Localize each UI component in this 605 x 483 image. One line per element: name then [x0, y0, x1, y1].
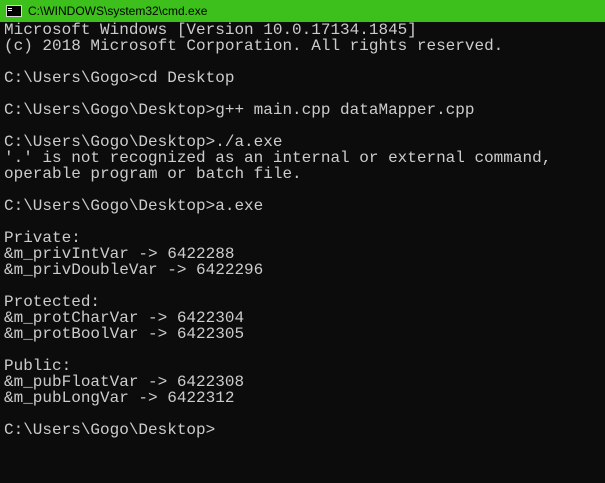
- console-output[interactable]: Microsoft Windows [Version 10.0.17134.18…: [4, 22, 604, 482]
- console-line: Protected:: [4, 293, 101, 311]
- console-line: Microsoft Windows [Version 10.0.17134.18…: [4, 22, 417, 39]
- console-line: &m_protCharVar -> 6422304: [4, 309, 245, 327]
- console-line: &m_privIntVar -> 6422288: [4, 245, 235, 263]
- title-bar[interactable]: C:\WINDOWS\system32\cmd.exe: [0, 0, 605, 22]
- console-line: &m_pubLongVar -> 6422312: [4, 389, 235, 407]
- console-line: Private:: [4, 229, 81, 247]
- console-line: C:\Users\Gogo>cd Desktop: [4, 69, 235, 87]
- console-line: &m_protBoolVar -> 6422305: [4, 325, 245, 343]
- cmd-window: C:\WINDOWS\system32\cmd.exe Microsoft Wi…: [0, 0, 605, 483]
- console-line: Public:: [4, 357, 72, 375]
- console-line: (c) 2018 Microsoft Corporation. All righ…: [4, 37, 504, 55]
- console-line: C:\Users\Gogo\Desktop>a.exe: [4, 197, 264, 215]
- console-line: C:\Users\Gogo\Desktop>: [4, 421, 216, 439]
- console-line: &m_privDoubleVar -> 6422296: [4, 261, 264, 279]
- console-line: C:\Users\Gogo\Desktop>./a.exe: [4, 133, 283, 151]
- console-line: operable program or batch file.: [4, 165, 302, 183]
- console-line: C:\Users\Gogo\Desktop>g++ main.cpp dataM…: [4, 101, 475, 119]
- console-line: '.' is not recognized as an internal or …: [4, 149, 552, 167]
- console-line: &m_pubFloatVar -> 6422308: [4, 373, 245, 391]
- cmd-app-icon[interactable]: [6, 5, 22, 17]
- window-title: C:\WINDOWS\system32\cmd.exe: [28, 4, 208, 18]
